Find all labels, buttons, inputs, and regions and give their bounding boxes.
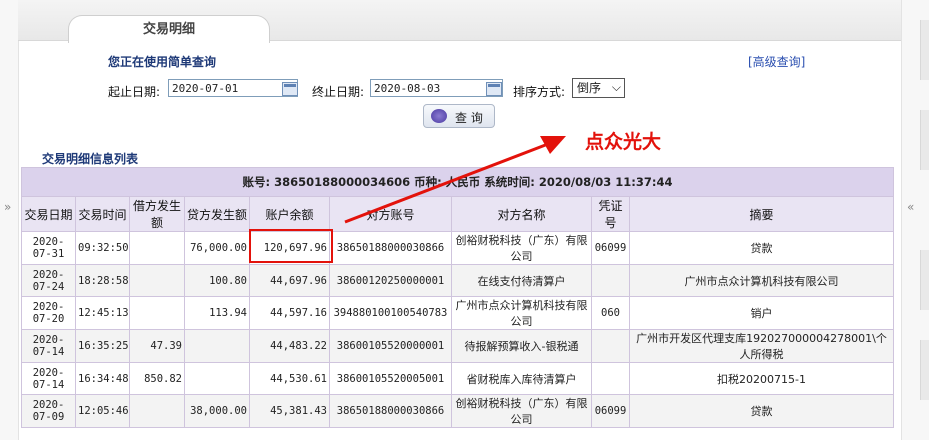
- annotation-arrow: [344, 136, 566, 224]
